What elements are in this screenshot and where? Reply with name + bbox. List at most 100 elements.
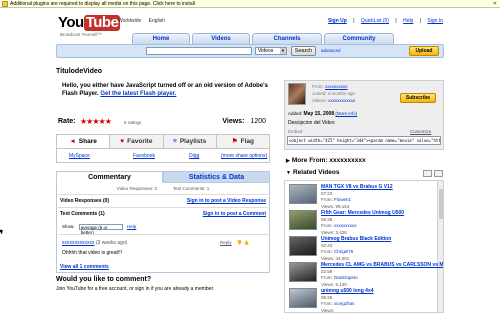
uploader-avatar[interactable] [288, 83, 306, 105]
locale-links: Worldwide English [118, 18, 171, 24]
list-view-icon[interactable] [423, 170, 432, 177]
comment-filter-select[interactable]: average (5 or better) [78, 224, 123, 235]
sign-in-link[interactable]: Sign In [427, 18, 443, 24]
scrollbar[interactable] [437, 181, 443, 312]
upload-button[interactable]: Upload [409, 46, 439, 56]
share-myspace[interactable]: MySpace [69, 153, 90, 159]
video-thumbnail[interactable] [289, 184, 317, 204]
tab-commentary[interactable]: Commentary [56, 171, 163, 183]
quicklist-link[interactable]: QuickList (0) [361, 18, 389, 24]
post-comment-link[interactable]: Sign in to post a Comment [203, 211, 266, 217]
video-description: Descipcion del Video [288, 120, 335, 126]
customize-link[interactable]: Customize [410, 129, 431, 134]
tab-home[interactable]: Home [132, 33, 190, 44]
triangle-right-icon: ▶ [286, 158, 290, 164]
related-videos-list: MAN TGX V8 vs Brabus G V12 07:23 From: Flo… [284, 180, 444, 313]
advanced-search-link[interactable]: advanced [321, 48, 341, 53]
comment-tools: Reply 👎 👍 [220, 240, 249, 246]
plugin-icon [2, 1, 8, 7]
video-thumbnail[interactable] [289, 262, 317, 282]
join-prompt: Join YouTube for a free account, or sign… [56, 286, 215, 292]
filter-help-link[interactable]: Help [127, 224, 136, 229]
related-video-title[interactable]: Fifth Gear: Mercedes Unimog U500 [321, 210, 404, 217]
rating-stars[interactable]: ★★★★★ [80, 117, 112, 126]
playlists-tab[interactable]: ≡ Playlists [164, 135, 217, 148]
flash-warning: Hello, you either have JavaScript turned… [62, 83, 268, 97]
comment-text: Ohhhh that video is great!!! [62, 250, 123, 256]
view-all-comments-link[interactable]: View all 1 comments [60, 264, 109, 270]
comment-filter: Show: average (5 or better) Help [62, 224, 137, 235]
share-tab[interactable]: ◄ Share [57, 135, 111, 148]
triangle-down-icon: ▼ [286, 170, 291, 176]
tab-channels[interactable]: Channels [252, 33, 322, 44]
tab-community[interactable]: Community [324, 33, 394, 44]
related-video-title[interactable]: Unimog Brabus Black Edition [321, 236, 391, 243]
tab-statistics[interactable]: Statistics & Data [163, 171, 270, 183]
divider [58, 234, 268, 235]
related-video-views: Views: [321, 307, 335, 313]
more-info-link[interactable]: (More info) [335, 111, 357, 116]
divider [58, 207, 268, 208]
grid-view-icon[interactable] [434, 170, 443, 177]
tab-videos[interactable]: Videos [192, 33, 250, 44]
views-count: Views: 1200 [222, 118, 266, 125]
share-digg[interactable]: Digg [189, 153, 199, 159]
post-video-response-link[interactable]: Sign in to post a Video Response [187, 198, 266, 204]
ratings-count: 6 ratings [124, 120, 142, 125]
embed-label: Embed [288, 129, 303, 134]
text-comments-section[interactable]: Text Comments (1) Sign in to post a Comm… [60, 211, 266, 219]
related-video-item[interactable]: MAN TGX V8 vs Brabus G V12 07:23 From: Flo… [287, 183, 437, 209]
video-responses-section[interactable]: Video Responses (0) Sign in to post a Vi… [60, 198, 266, 206]
related-video-title[interactable]: MAN TGX V8 vs Brabus G V12 [321, 184, 393, 191]
playlist-icon: ≡ [173, 138, 177, 145]
mouse-cursor-icon [0, 227, 5, 235]
video-thumbnail[interactable] [289, 210, 317, 230]
reply-link[interactable]: Reply [220, 240, 232, 245]
search-input[interactable] [146, 47, 252, 55]
share-facebook[interactable]: Facebook [133, 153, 155, 159]
video-player[interactable]: Hello, you either have JavaScript turned… [56, 80, 270, 108]
related-video-title[interactable]: unimog u500 long 4x4 [321, 288, 374, 295]
video-thumbnail[interactable] [289, 288, 317, 308]
related-video-title[interactable]: Mercedes CL AMG vs BRABUS vs CARLSSON vs… [321, 262, 443, 269]
comment-header: xxxxxxxxxxxxx (3 weeks ago) [62, 240, 128, 246]
response-counts: Video Responses: 0 Text Comments: 1 [116, 186, 210, 191]
subscribe-button[interactable]: Subscribe [400, 93, 436, 103]
heart-icon: ♥ [120, 138, 125, 145]
close-icon[interactable]: ✕ [493, 0, 497, 8]
slogan: Broadcast Yourself™ [60, 32, 103, 37]
comment-user-link[interactable]: xxxxxxxxxxxxx [62, 240, 95, 246]
worldwide-link[interactable]: Worldwide [118, 18, 141, 24]
get-flash-link[interactable]: Get the latest Flash player. [100, 91, 176, 97]
help-link[interactable]: Help [403, 18, 413, 24]
embed-code-field[interactable]: <object width="425" height="344"><param … [287, 136, 441, 145]
uploader-link[interactable]: xxxxxxxxxx [325, 84, 348, 89]
more-share-options[interactable]: (more share options) [221, 153, 267, 159]
favorite-tab[interactable]: ♥ Favorite [110, 135, 164, 148]
language-link[interactable]: English [149, 18, 165, 24]
plugin-bar-text: Additional plugins are required to displ… [10, 1, 195, 7]
related-video-item[interactable]: unimog u500 long 4x4 05:25 From: xiongzhan… [287, 287, 437, 313]
commentary-tabs: Commentary Statistics & Data [56, 171, 270, 183]
thumbs-icon[interactable]: 👎 👍 [237, 240, 249, 245]
search-button[interactable]: Search [291, 46, 316, 56]
divider [58, 194, 268, 195]
video-thumbnail[interactable] [289, 236, 317, 256]
main-nav-tabs: Home Videos Channels Community [132, 33, 394, 44]
comment-prompt-heading: Would you like to comment? [56, 276, 152, 283]
sign-up-link[interactable]: Sign Up [328, 18, 347, 24]
uploader-details: From: xxxxxxxxxx Joined: 4 months ago Vi… [312, 84, 356, 103]
related-videos-header[interactable]: ▼ Related Videos [286, 169, 444, 179]
share-options: MySpace Facebook Digg (more share option… [56, 149, 270, 163]
more-from-toggle[interactable]: ▶ More From: xxxxxxxxxx [286, 157, 366, 164]
plugin-install-bar[interactable]: Additional plugins are required to displ… [0, 0, 500, 8]
related-video-item[interactable]: Unimog Brabus Black Edition 02:43 From: Ch… [287, 235, 437, 261]
related-video-item[interactable]: Mercedes CL AMG vs BRABUS vs CARLSSON vs… [287, 261, 443, 287]
flag-tab[interactable]: ⚑ Flag [217, 135, 269, 148]
added-date: Added: May 15, 2008 (More info) [288, 111, 358, 117]
search-category-select[interactable]: Videos ▼ [255, 47, 287, 55]
action-tabs: ◄ Share ♥ Favorite ≡ Playlists ⚑ Flag [56, 134, 270, 149]
related-video-item[interactable]: Fifth Gear: Mercedes Unimog U500 06:28 Fro… [287, 209, 437, 235]
scrollbar-thumb[interactable] [439, 189, 443, 219]
youtube-logo[interactable]: You Tube Broadcast Yourself™ [58, 14, 121, 38]
